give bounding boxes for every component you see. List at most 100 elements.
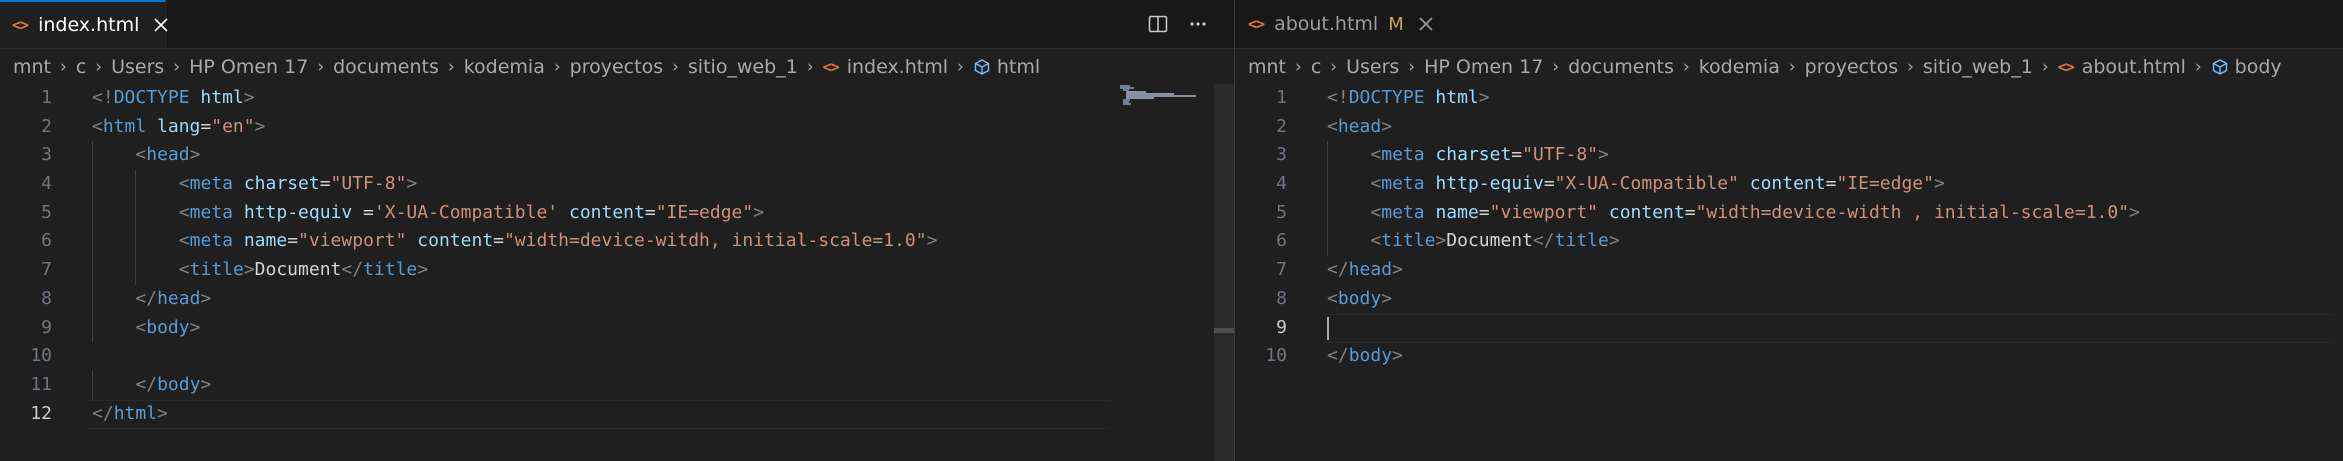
- code-token: >: [417, 259, 429, 281]
- breadcrumb-item[interactable]: <> about.html: [2058, 56, 2186, 78]
- indent-guide: [92, 284, 93, 314]
- code-line[interactable]: 1 <!DOCTYPE html>: [0, 84, 1234, 113]
- code-token: "width=device-width , initial-scale=1.0": [1695, 201, 2130, 223]
- indent-guide: [1327, 227, 1328, 257]
- indent-guide: [1327, 170, 1328, 199]
- close-icon[interactable]: [1418, 13, 1435, 35]
- code-line[interactable]: 4 <meta http-equiv="X-UA-Compatible" cont…: [1235, 170, 2343, 199]
- breadcrumb-item[interactable]: Users: [1346, 56, 1399, 78]
- code-token: meta: [189, 201, 233, 223]
- code-text: <meta charset="UTF-8">: [179, 170, 417, 199]
- breadcrumb-item[interactable]: c: [76, 56, 86, 78]
- breadcrumb-item[interactable]: sitio_web_1: [688, 56, 798, 78]
- code-token: meta: [1381, 144, 1425, 166]
- breadcrumb-item[interactable]: kodemia: [464, 56, 545, 78]
- code-line[interactable]: 11 </body>: [0, 370, 1234, 400]
- line-number: 11: [30, 373, 52, 395]
- code-line[interactable]: 8 </head>: [0, 284, 1234, 314]
- code-token: >: [926, 230, 938, 252]
- code-token: "UTF-8": [1522, 144, 1598, 166]
- line-number: 8: [41, 287, 52, 309]
- code-line[interactable]: 5 <meta name="viewport" content="width=de…: [1235, 198, 2343, 228]
- breadcrumb-item[interactable]: proyectos: [1805, 56, 1898, 78]
- code-token: =: [1511, 144, 1523, 166]
- editor-actions: [1146, 12, 1210, 36]
- breadcrumb-item[interactable]: body: [2211, 56, 2282, 78]
- code-line[interactable]: 6 <title>Document</title>: [1235, 227, 2343, 257]
- code-editor[interactable]: 1 <!DOCTYPE html> 2 <html lang="en"> 3 <head>…: [0, 84, 1234, 429]
- code-line[interactable]: 9: [1235, 313, 2343, 343]
- code-line[interactable]: 2 <head>: [1235, 113, 2343, 142]
- breadcrumb-item[interactable]: kodemia: [1699, 56, 1780, 78]
- code-line[interactable]: 6 <meta name="viewport" content="width=de…: [0, 227, 1234, 257]
- code-line[interactable]: 7 <title>Document</title>: [0, 256, 1234, 285]
- indent-guide: [135, 256, 137, 285]
- code-line[interactable]: 7 </head>: [1235, 256, 2343, 285]
- code-token: charset: [243, 173, 320, 195]
- breadcrumb-item[interactable]: html: [973, 56, 1040, 78]
- code-line[interactable]: 5 <meta http-equiv ='X-UA-Compatible' con…: [0, 198, 1234, 228]
- breadcrumb-item[interactable]: mnt: [1248, 56, 1286, 78]
- html-file-icon: <>: [12, 16, 29, 34]
- breadcrumb-item[interactable]: documents: [333, 56, 439, 78]
- tab-index-html[interactable]: <> index.html: [0, 0, 169, 48]
- code-token: <: [178, 230, 190, 252]
- tab-about-html[interactable]: <> about.html M: [1235, 0, 1435, 48]
- scrollbar-thumb[interactable]: [1214, 328, 1234, 333]
- code-token: meta: [189, 230, 233, 252]
- line-number: 1: [41, 87, 52, 108]
- symbol-element-icon: [973, 58, 991, 76]
- close-icon[interactable]: [153, 14, 169, 36]
- split-editor-icon[interactable]: [1146, 12, 1170, 36]
- indent-guide: [92, 313, 93, 343]
- code-line[interactable]: 12 </html>: [0, 399, 1234, 429]
- code-line[interactable]: 8 <body>: [1235, 285, 2343, 314]
- more-actions-icon[interactable]: [1186, 12, 1210, 36]
- modified-badge: M: [1388, 13, 1404, 35]
- code-token: body: [1348, 345, 1393, 367]
- code-line[interactable]: 3 <head>: [0, 141, 1234, 171]
- code-token: >: [200, 373, 212, 395]
- html-file-icon: <>: [1248, 15, 1265, 33]
- code-token: <: [1370, 144, 1382, 166]
- code-line[interactable]: 1 <!DOCTYPE html>: [1235, 84, 2343, 113]
- breadcrumb-item[interactable]: documents: [1568, 56, 1674, 78]
- code-token: >: [1392, 345, 1403, 367]
- code-token: "viewport": [298, 230, 407, 252]
- code-token: charset: [1435, 144, 1512, 166]
- code-text: <body>: [1327, 285, 1392, 314]
- chevron-right-icon: ›: [2041, 57, 2049, 77]
- code-token: meta: [1381, 201, 1425, 223]
- code-token: title: [189, 259, 244, 281]
- vertical-scrollbar[interactable]: [1214, 84, 1234, 461]
- line-number: 10: [30, 345, 52, 367]
- code-line[interactable]: 10: [0, 342, 1234, 371]
- code-editor[interactable]: 1 <!DOCTYPE html> 2 <head> 3 <meta charset="U…: [1235, 84, 2343, 371]
- code-token: =: [1543, 173, 1555, 195]
- breadcrumb-item[interactable]: HP Omen 17: [1424, 56, 1543, 78]
- breadcrumb-item[interactable]: mnt: [13, 56, 51, 78]
- code-line[interactable]: 2 <html lang="en">: [0, 113, 1234, 142]
- chevron-right-icon: ›: [95, 57, 103, 77]
- breadcrumb-item[interactable]: HP Omen 17: [189, 56, 308, 78]
- minimap[interactable]: [1118, 84, 1198, 106]
- breadcrumb: mnt › c › Users › HP Omen 17 › documents › kodemia…: [1235, 52, 2343, 82]
- breadcrumb-item[interactable]: c: [1311, 56, 1321, 78]
- breadcrumb-item[interactable]: Users: [111, 56, 164, 78]
- breadcrumb-label: HP Omen 17: [1424, 56, 1544, 78]
- code-token: <: [135, 316, 147, 338]
- right-tab-bar: <> about.html M: [1235, 0, 2343, 49]
- code-line[interactable]: 4 <meta charset="UTF-8">: [0, 170, 1234, 199]
- code-token: >: [2129, 201, 2140, 223]
- breadcrumb-item[interactable]: <> index.html: [823, 56, 948, 78]
- breadcrumb-item[interactable]: sitio_web_1: [1923, 56, 2033, 78]
- code-line[interactable]: 3 <meta charset="UTF-8">: [1235, 141, 2343, 171]
- breadcrumb-item[interactable]: proyectos: [570, 56, 663, 78]
- code-token: <: [178, 259, 190, 281]
- code-text: <head>: [135, 141, 200, 170]
- code-line[interactable]: 10 </body>: [1235, 342, 2343, 371]
- code-line[interactable]: 9 <body>: [0, 313, 1234, 343]
